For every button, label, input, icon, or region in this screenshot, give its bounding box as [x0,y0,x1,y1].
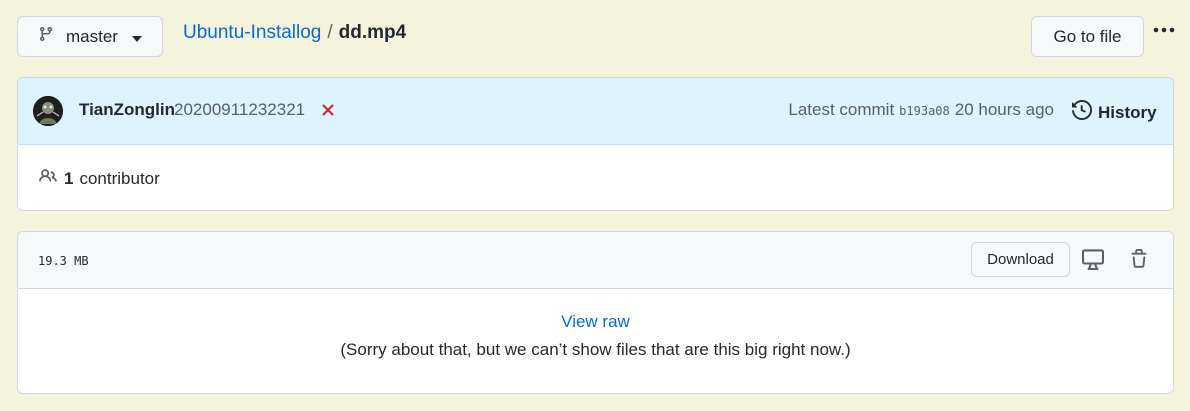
kebab-horizontal-icon [1153,20,1175,38]
people-icon [38,167,58,190]
commit-message-link[interactable]: 20200911232321 [174,100,305,120]
breadcrumb-separator: / [327,22,333,43]
view-raw-label[interactable]: View raw [561,312,630,331]
trash-icon[interactable] [1129,248,1149,275]
commit-time: 20 hours ago [954,100,1054,119]
latest-commit-label: Latest commit [788,100,895,119]
breadcrumb-file-name: dd.mp4 [338,22,407,43]
desktop-icon[interactable] [1082,248,1104,275]
latest-commit-info: Latest commit b193a08 20 hours ago [788,100,1054,120]
commit-author-link[interactable]: TianZonglin [79,100,175,120]
contributor-label: contributor [79,168,160,188]
view-raw-link[interactable]: View raw [18,312,1173,332]
go-to-file-button[interactable]: Go to file [1031,16,1144,57]
file-too-big-message: (Sorry about that, but we can’t show fil… [340,340,851,359]
contributor-count: 1 [64,168,74,188]
branch-selector-button[interactable]: master [17,16,163,57]
commit-box: TianZonglin 20200911232321 Latest commit… [17,77,1174,211]
history-label: History [1098,102,1157,122]
breadcrumb: Ubuntu-Installog / dd.mp4 [183,21,406,45]
file-size: 19.3 MB [38,254,89,268]
history-icon [1072,99,1093,125]
author-avatar[interactable] [33,96,63,126]
breadcrumb-repo-link[interactable]: Ubuntu-Installog [183,22,321,44]
latest-commit-header: TianZonglin 20200911232321 Latest commit… [18,78,1173,145]
history-link[interactable]: History [1072,99,1157,125]
download-button[interactable]: Download [971,242,1070,277]
file-box: 19.3 MB Download View raw (Sorry about t… [17,231,1174,394]
caret-down-icon [131,27,142,47]
commit-status-failed-icon[interactable] [322,103,334,121]
branch-name: master [66,26,118,46]
contributors-link[interactable]: 1 contributor [38,167,160,190]
file-header: 19.3 MB Download [18,232,1173,289]
more-options-button[interactable] [1150,16,1178,42]
git-branch-icon [38,26,54,47]
commit-sha-link[interactable]: b193a08 [899,104,950,118]
